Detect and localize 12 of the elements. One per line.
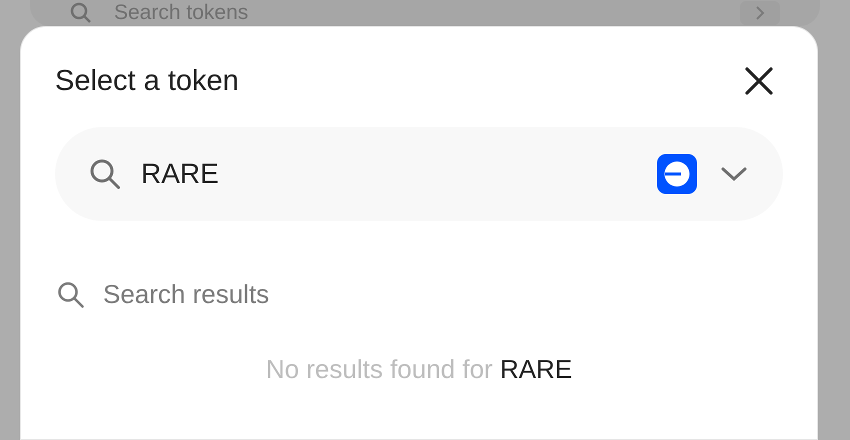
empty-message: No results found for (266, 354, 493, 384)
search-icon (70, 2, 92, 24)
search-icon (89, 158, 121, 190)
section-title: Search results (103, 279, 270, 310)
modal-title: Select a token (55, 64, 239, 98)
search-input[interactable]: RARE (141, 158, 657, 190)
chevron-down-icon[interactable] (721, 166, 747, 182)
chevron-right-icon (740, 1, 780, 25)
network-logo-icon[interactable] (657, 154, 697, 194)
search-icon (57, 280, 85, 308)
search-query: RARE (500, 354, 572, 384)
search-field[interactable]: RARE (55, 127, 783, 221)
